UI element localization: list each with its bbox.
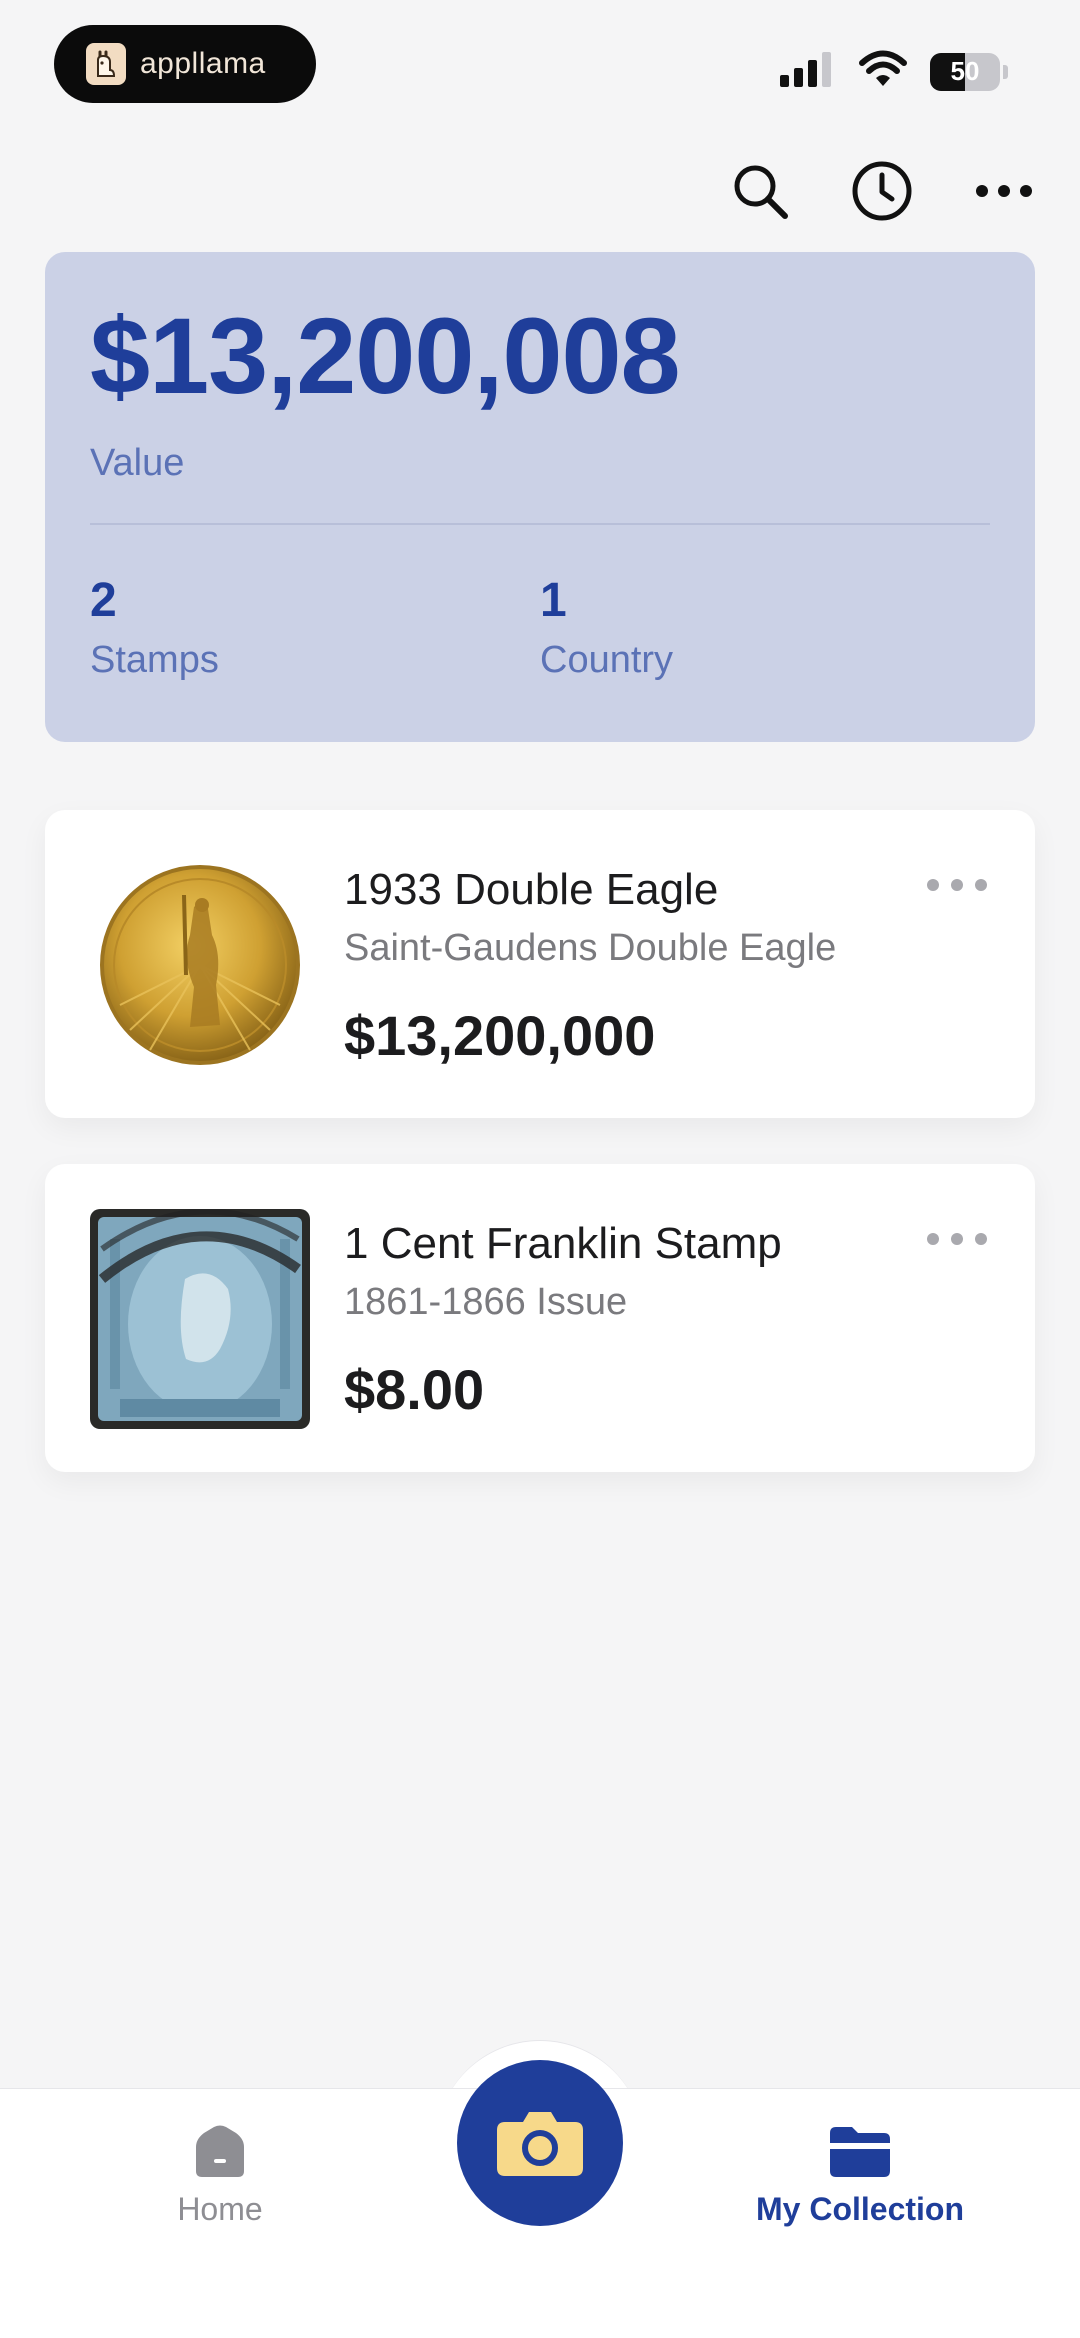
llama-logo-icon <box>86 43 126 85</box>
more-icon-dot <box>927 879 939 891</box>
history-clock-icon <box>852 161 912 221</box>
stamps-label: Stamps <box>90 639 219 681</box>
tab-my-collection-label: My Collection <box>755 2191 964 2227</box>
tab-home-label: Home <box>177 2191 263 2227</box>
tab-my-collection[interactable]: My Collection <box>740 2125 980 2228</box>
battery-indicator: 50 <box>930 52 1000 91</box>
battery-percent: 50 <box>950 56 980 86</box>
top-toolbar <box>724 155 1040 227</box>
search-icon <box>734 165 788 219</box>
collection-item-card[interactable]: 1 Cent Franklin Stamp 1861-1866 Issue $8… <box>45 1164 1035 1472</box>
signal-icon <box>780 51 836 92</box>
item-title: 1 Cent Franklin Stamp <box>344 1219 782 1268</box>
battery-icon: 50 <box>930 52 1008 91</box>
country-count: 1 <box>540 574 567 627</box>
summary-divider <box>90 523 990 525</box>
camera-scan-button[interactable] <box>457 2060 623 2226</box>
blue-stamp-image <box>90 1208 310 1429</box>
wifi-icon <box>858 50 908 93</box>
country-label: Country <box>540 639 674 681</box>
more-icon-dot <box>927 1233 939 1245</box>
more-options-button[interactable] <box>968 155 1040 227</box>
history-button[interactable] <box>846 155 918 227</box>
more-icon-dot <box>951 879 963 891</box>
app-badge[interactable]: appllama <box>54 25 316 103</box>
total-value: $13,200,008 <box>90 295 681 416</box>
item-subtitle: Saint-Gaudens Double Eagle <box>344 927 837 969</box>
camera-icon <box>497 2112 583 2176</box>
tab-home[interactable]: Home <box>100 2125 340 2228</box>
more-icon-dot <box>975 1233 987 1245</box>
stamps-stat: 2 Stamps <box>90 577 540 682</box>
home-icon <box>196 2125 244 2177</box>
item-more-button[interactable] <box>927 1224 987 1254</box>
app-name: appllama <box>140 47 266 80</box>
value-label: Value <box>90 442 185 484</box>
search-button[interactable] <box>724 155 796 227</box>
more-icon-dot <box>975 879 987 891</box>
item-price: $13,200,000 <box>344 1004 656 1067</box>
more-icon-dot <box>951 1233 963 1245</box>
item-price: $8.00 <box>344 1358 485 1421</box>
country-stat: 1 Country <box>540 577 990 682</box>
battery-nub <box>1003 64 1008 79</box>
stamps-count: 2 <box>90 574 117 627</box>
status-bar: appllama 50 <box>0 0 1080 130</box>
more-icon <box>976 185 1032 197</box>
item-title: 1933 Double Eagle <box>344 865 719 914</box>
folder-icon <box>830 2127 890 2177</box>
item-more-button[interactable] <box>927 870 987 900</box>
system-icons: 50 <box>780 50 1008 93</box>
summary-stats: 2 Stamps 1 Country <box>90 577 990 682</box>
collection-item-card[interactable]: 1933 Double Eagle Saint-Gaudens Double E… <box>45 810 1035 1118</box>
gold-coin-image <box>90 855 310 1075</box>
collection-summary-card: $13,200,008 Value 2 Stamps 1 Country <box>45 252 1035 742</box>
item-subtitle: 1861-1866 Issue <box>344 1281 628 1323</box>
